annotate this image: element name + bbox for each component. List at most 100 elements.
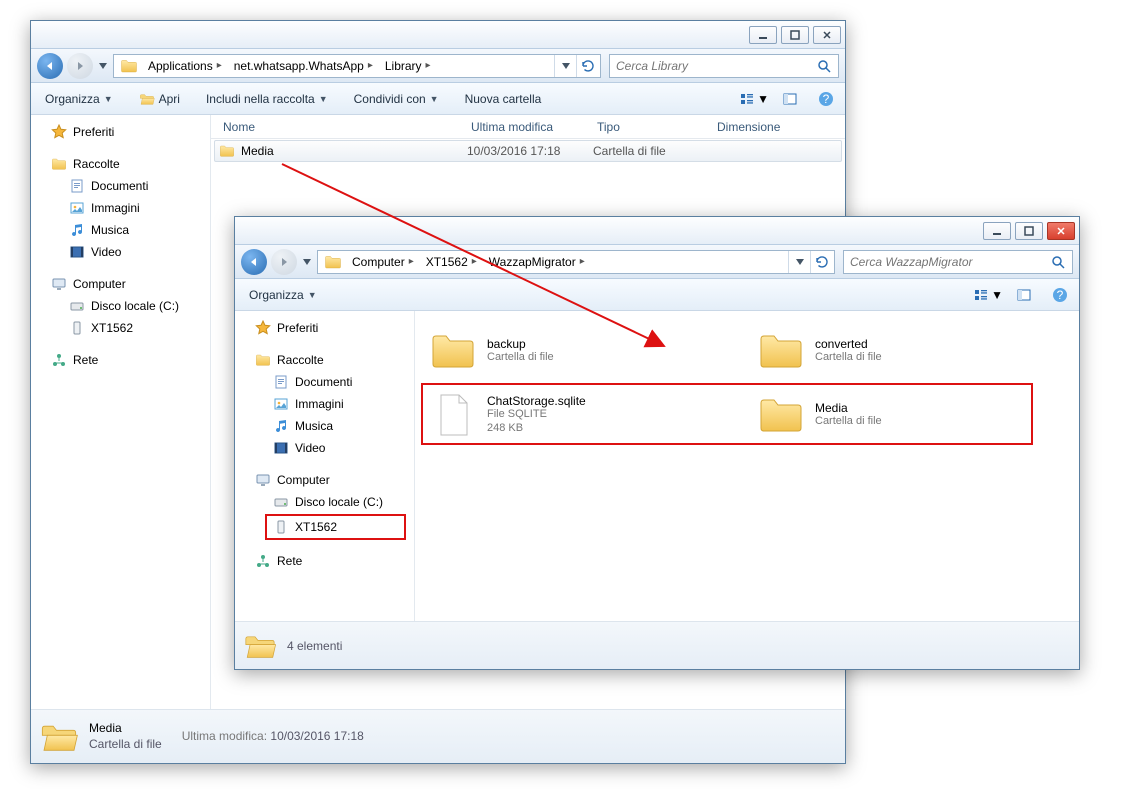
folder-open-icon <box>139 91 155 107</box>
sidebar-item-drive-c[interactable]: Disco locale (C:) <box>31 295 210 317</box>
sidebar-item-video[interactable]: Video <box>31 241 210 263</box>
search-box[interactable] <box>843 250 1073 274</box>
refresh-button[interactable] <box>810 251 832 273</box>
music-icon <box>273 418 289 434</box>
folder-icon <box>219 143 235 159</box>
status-count: 4 elementi <box>287 639 342 653</box>
history-dropdown[interactable] <box>301 259 313 265</box>
tile-item[interactable]: ChatStorage.sqliteFile SQLITE 248 KB <box>425 385 741 445</box>
sidebar-libraries[interactable]: Raccolte <box>235 349 414 371</box>
sidebar-item-pictures[interactable]: Immagini <box>235 393 414 415</box>
titlebar[interactable] <box>235 217 1079 245</box>
share-button[interactable]: Condividi con▼ <box>348 89 445 109</box>
breadcrumb[interactable]: WazzapMigrator▸ <box>483 253 591 271</box>
status-type: Cartella di file <box>89 737 162 753</box>
breadcrumb[interactable]: net.whatsapp.WhatsApp▸ <box>228 57 379 75</box>
organize-button[interactable]: Organizza▼ <box>39 89 119 109</box>
breadcrumb[interactable]: Library▸ <box>379 57 437 75</box>
folder-open-icon <box>243 629 277 663</box>
tile-item[interactable]: backupCartella di file <box>425 321 741 381</box>
folder-open-icon <box>39 717 79 757</box>
status-bar: Media Cartella di file Ultima modifica: … <box>31 709 845 763</box>
preview-pane-button[interactable] <box>1013 284 1035 306</box>
sidebar-computer[interactable]: Computer <box>235 469 414 491</box>
column-date[interactable]: Ultima modifica <box>463 120 589 134</box>
titlebar[interactable] <box>31 21 845 49</box>
back-button[interactable] <box>241 249 267 275</box>
image-icon <box>273 396 289 412</box>
address-bar[interactable]: Computer▸ XT1562▸ WazzapMigrator▸ <box>317 250 835 274</box>
view-options-button[interactable]: ▼ <box>743 88 765 110</box>
folder-icon <box>120 57 138 75</box>
include-library-button[interactable]: Includi nella raccolta▼ <box>200 89 334 109</box>
sidebar-favorites[interactable]: Preferiti <box>31 121 210 143</box>
sidebar-item-xt1562[interactable]: XT1562 <box>31 317 210 339</box>
breadcrumb[interactable]: XT1562▸ <box>420 253 483 271</box>
breadcrumb[interactable]: Computer▸ <box>346 253 420 271</box>
maximize-button[interactable] <box>781 26 809 44</box>
navbar: Computer▸ XT1562▸ WazzapMigrator▸ <box>235 245 1079 279</box>
sidebar-item-pictures[interactable]: Immagini <box>31 197 210 219</box>
doc-icon <box>273 374 289 390</box>
device-icon <box>273 519 289 535</box>
open-button[interactable]: Apri <box>133 88 186 110</box>
list-item[interactable]: Media 10/03/2016 17:18 Cartella di file <box>214 140 842 162</box>
music-icon <box>69 222 85 238</box>
preview-pane-button[interactable] <box>779 88 801 110</box>
help-button[interactable] <box>1049 284 1071 306</box>
sidebar-item-music[interactable]: Musica <box>31 219 210 241</box>
back-button[interactable] <box>37 53 63 79</box>
column-size[interactable]: Dimensione <box>709 120 799 134</box>
network-icon <box>51 352 67 368</box>
minimize-button[interactable] <box>749 26 777 44</box>
search-box[interactable] <box>609 54 839 78</box>
sidebar-item-documents[interactable]: Documenti <box>31 175 210 197</box>
search-input[interactable] <box>850 255 1044 269</box>
column-headers: Nome Ultima modifica Tipo Dimensione <box>211 115 845 139</box>
sidebar-item-xt1562[interactable]: XT1562 <box>265 514 406 540</box>
close-button[interactable] <box>1047 222 1075 240</box>
sidebar-item-music[interactable]: Musica <box>235 415 414 437</box>
folder-icon <box>51 156 67 172</box>
column-name[interactable]: Nome <box>215 120 463 134</box>
video-icon <box>69 244 85 260</box>
maximize-button[interactable] <box>1015 222 1043 240</box>
view-options-button[interactable]: ▼ <box>977 284 999 306</box>
search-icon <box>816 58 832 74</box>
organize-button[interactable]: Organizza▼ <box>243 285 323 305</box>
forward-button[interactable] <box>67 53 93 79</box>
forward-button[interactable] <box>271 249 297 275</box>
monitor-icon <box>51 276 67 292</box>
close-button[interactable] <box>813 26 841 44</box>
history-dropdown[interactable] <box>97 63 109 69</box>
sidebar-network[interactable]: Rete <box>31 349 210 371</box>
minimize-button[interactable] <box>983 222 1011 240</box>
folder-icon <box>255 352 271 368</box>
tile-item[interactable]: MediaCartella di file <box>753 385 1069 445</box>
refresh-button[interactable] <box>576 55 598 77</box>
sidebar: Preferiti Raccolte Documenti Immagini Mu… <box>235 311 415 621</box>
sidebar-favorites[interactable]: Preferiti <box>235 317 414 339</box>
tile-item[interactable]: convertedCartella di file <box>753 321 1069 381</box>
address-bar[interactable]: Applications▸ net.whatsapp.WhatsApp▸ Lib… <box>113 54 601 78</box>
search-input[interactable] <box>616 59 810 73</box>
address-dropdown[interactable] <box>554 55 576 77</box>
sidebar-computer[interactable]: Computer <box>31 273 210 295</box>
drive-icon <box>69 298 85 314</box>
help-button[interactable] <box>815 88 837 110</box>
sidebar-libraries[interactable]: Raccolte <box>31 153 210 175</box>
doc-icon <box>69 178 85 194</box>
file-icon <box>429 391 477 439</box>
new-folder-button[interactable]: Nuova cartella <box>459 89 548 109</box>
star-icon <box>255 320 271 336</box>
folder-icon <box>429 327 477 375</box>
sidebar-item-drive-c[interactable]: Disco locale (C:) <box>235 491 414 513</box>
address-dropdown[interactable] <box>788 251 810 273</box>
sidebar-item-video[interactable]: Video <box>235 437 414 459</box>
sidebar-item-documents[interactable]: Documenti <box>235 371 414 393</box>
network-icon <box>255 553 271 569</box>
column-type[interactable]: Tipo <box>589 120 709 134</box>
sidebar-network[interactable]: Rete <box>235 550 414 572</box>
star-icon <box>51 124 67 140</box>
breadcrumb[interactable]: Applications▸ <box>142 57 228 75</box>
